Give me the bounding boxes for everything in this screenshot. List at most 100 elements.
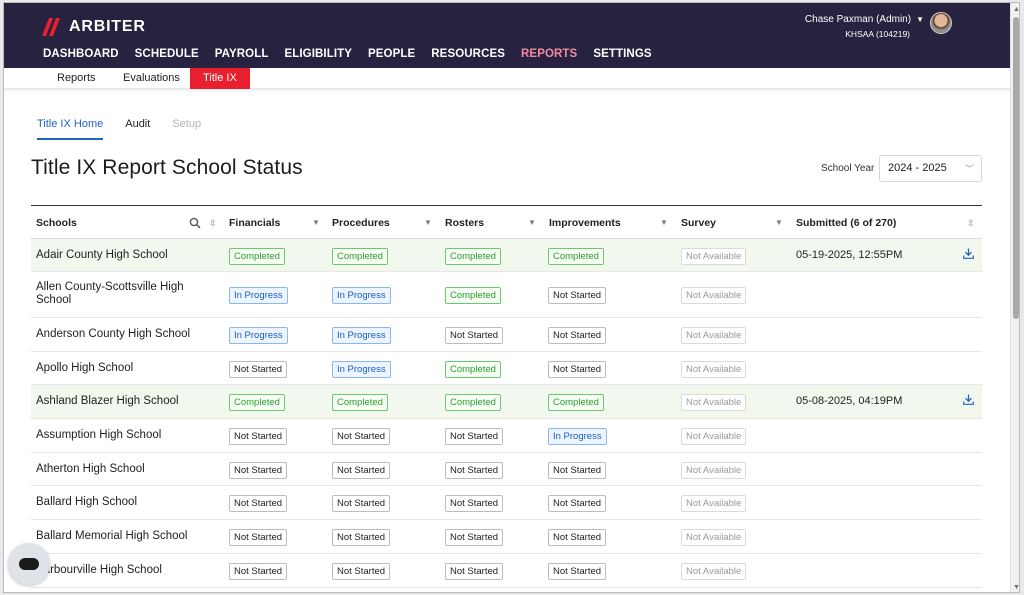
table-row[interactable]: Allen County-Scottsville High School In P… [31, 272, 982, 318]
school-name[interactable]: Atherton High School [36, 463, 226, 476]
table-row[interactable]: Adair County High School Completed Complet… [31, 239, 982, 272]
improvements-status-badge: Not Started [548, 327, 607, 344]
table-row[interactable]: Anderson County High School In Progress In… [31, 318, 982, 352]
scrollbar-thumb[interactable] [1013, 17, 1019, 319]
download-icon[interactable] [963, 394, 974, 405]
school-name[interactable]: Ashland Blazer High School [36, 395, 226, 408]
nav-item-eligibility[interactable]: ELIGIBILITY [284, 48, 352, 60]
table-row[interactable]: Ballard High School Not Started Not Starte… [31, 486, 982, 520]
page-title: Title IX Report School Status [31, 156, 303, 179]
financials-status-badge: In Progress [229, 287, 288, 304]
table-row[interactable]: Apollo High School Not Started In Progress… [31, 352, 982, 385]
improvements-status-badge: Not Started [548, 563, 607, 580]
column-header-rosters: Rosters [445, 217, 485, 229]
school-year-label: School Year [821, 163, 875, 174]
school-name[interactable]: Ballard Memorial High School [36, 530, 226, 543]
table-row[interactable]: Atherton High School Not Started Not Start… [31, 453, 982, 486]
chevron-down-icon: ﹀ [964, 164, 974, 174]
rosters-status-badge: Not Started [445, 327, 504, 344]
school-name[interactable]: Allen County-Scottsville High School [36, 281, 196, 307]
tab-setup: Setup [172, 118, 202, 130]
column-header-improvements: Improvements [549, 217, 621, 229]
column-header-survey: Survey [681, 217, 717, 229]
school-name[interactable]: Apollo High School [36, 362, 226, 375]
table-row[interactable]: Assumption High School Not Started Not Sta… [31, 419, 982, 453]
school-year-select[interactable]: 2024 - 2025 ﹀ [879, 155, 982, 182]
financials-status-badge: Not Started [229, 361, 288, 378]
nav-item-settings[interactable]: SETTINGS [593, 48, 651, 60]
tab-title-ix-home[interactable]: Title IX Home [37, 118, 104, 140]
filter-icon[interactable]: ▼ [424, 206, 432, 240]
procedures-status-badge: Completed [332, 394, 388, 411]
avatar[interactable] [930, 12, 952, 34]
procedures-status-badge: Not Started [332, 529, 391, 546]
improvements-status-badge: Completed [548, 394, 604, 411]
table-row[interactable]: Ashland Blazer High School Completed Compl… [31, 385, 982, 419]
school-name[interactable]: Barbourville High School [36, 564, 226, 577]
user-menu[interactable]: Chase Paxman (Admin) ▼ KHSAA (104219) [805, 14, 924, 39]
survey-status-badge: Not Available [681, 248, 747, 265]
school-name[interactable]: Adair County High School [36, 249, 226, 262]
procedures-status-badge: Not Started [332, 563, 391, 580]
school-name[interactable]: Anderson County High School [36, 328, 226, 341]
user-name: Chase Paxman (Admin) [804, 14, 912, 25]
financials-status-badge: Not Started [229, 462, 288, 479]
nav-item-schedule[interactable]: SCHEDULE [135, 48, 199, 60]
caret-down-icon[interactable]: ▼ [916, 15, 924, 24]
filter-icon[interactable]: ▼ [312, 206, 320, 240]
vertical-scrollbar[interactable]: ▲ ▼ [1010, 3, 1019, 592]
column-header-procedures: Procedures [332, 217, 390, 229]
procedures-status-badge: Not Started [332, 428, 391, 445]
financials-status-badge: Completed [229, 248, 285, 265]
filter-icon[interactable]: ▼ [660, 206, 668, 240]
rosters-status-badge: Completed [445, 287, 501, 304]
rosters-status-badge: Completed [445, 248, 501, 265]
nav-item-payroll[interactable]: PAYROLL [215, 48, 269, 60]
main-nav: DASHBOARD SCHEDULE PAYROLL ELIGIBILITY PEOPL… [43, 48, 668, 60]
survey-status-badge: Not Available [681, 462, 747, 479]
brand-name: ARBITER [69, 18, 146, 35]
page-tabs: Title IX Home Audit Setup [37, 118, 223, 140]
rosters-status-badge: Completed [445, 394, 501, 411]
financials-status-badge: Not Started [229, 529, 288, 546]
financials-status-badge: In Progress [229, 327, 288, 344]
nav-item-dashboard[interactable]: DASHBOARD [43, 48, 119, 60]
download-icon[interactable] [963, 248, 974, 259]
table-row[interactable]: Ballard Memorial High School Not Started N… [31, 520, 982, 554]
subnav-item-reports[interactable]: Reports [44, 68, 109, 89]
sort-icon[interactable]: ⇳ [209, 206, 217, 240]
procedures-status-badge: Completed [332, 248, 388, 265]
school-name[interactable]: Ballard High School [36, 496, 226, 509]
procedures-status-badge: In Progress [332, 361, 391, 378]
rosters-status-badge: Not Started [445, 462, 504, 479]
filter-icon[interactable]: ▼ [528, 206, 536, 240]
rosters-status-badge: Completed [445, 361, 501, 378]
rosters-status-badge: Not Started [445, 495, 504, 512]
nav-item-people[interactable]: PEOPLE [368, 48, 415, 60]
survey-status-badge: Not Available [681, 529, 747, 546]
nav-item-resources[interactable]: RESOURCES [431, 48, 505, 60]
table-row[interactable]: Barbourville High School Not Started Not S… [31, 554, 982, 588]
survey-status-badge: Not Available [681, 287, 747, 304]
school-name[interactable]: Assumption High School [36, 429, 226, 442]
rosters-status-badge: Not Started [445, 563, 504, 580]
subnav-item-evaluations[interactable]: Evaluations [110, 68, 193, 89]
scroll-up-icon[interactable]: ▲ [1013, 6, 1019, 13]
arbiter-logo-icon [42, 18, 66, 36]
scroll-down-icon[interactable]: ▼ [1013, 584, 1019, 591]
nav-item-reports[interactable]: REPORTS [521, 48, 577, 60]
filter-icon[interactable]: ▼ [775, 206, 783, 240]
survey-status-badge: Not Available [681, 563, 747, 580]
survey-status-badge: Not Available [681, 495, 747, 512]
app-window: ARBITER DASHBOARD SCHEDULE PAYROLL ELIGIBIL… [3, 2, 1020, 593]
arbiter-logo[interactable]: ARBITER [42, 17, 146, 37]
chat-widget-button[interactable] [8, 543, 50, 585]
tab-audit[interactable]: Audit [125, 118, 150, 140]
survey-status-badge: Not Available [681, 361, 747, 378]
search-icon[interactable] [189, 217, 201, 229]
submitted-date: 05-08-2025, 04:19PM [796, 395, 903, 407]
sort-icon[interactable]: ⇳ [967, 206, 975, 240]
subnav-item-title-ix[interactable]: Title IX [190, 68, 250, 89]
column-header-submitted: Submitted (6 of 270) [796, 217, 897, 229]
rosters-status-badge: Not Started [445, 428, 504, 445]
